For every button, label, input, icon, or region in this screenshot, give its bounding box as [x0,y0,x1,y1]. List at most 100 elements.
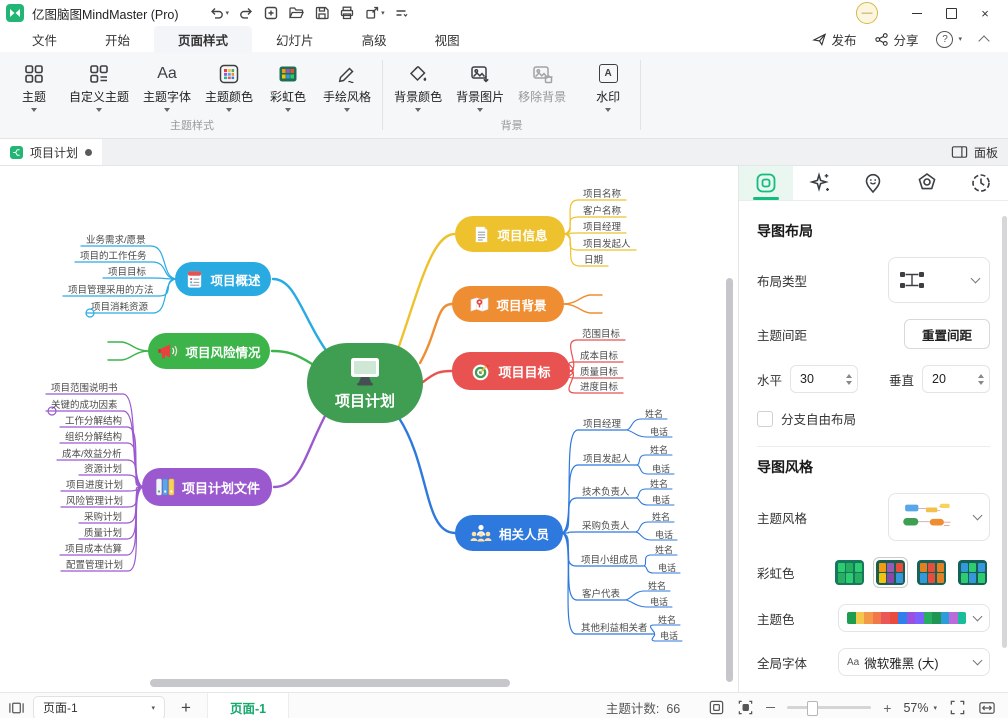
export-caret-icon[interactable]: ▾ [381,9,385,17]
central-topic[interactable]: 项目计划 [307,343,423,423]
subtopic[interactable]: 成本/效益分析 [62,446,122,460]
undo-button[interactable]: ▾ [206,3,233,23]
menu-page-style[interactable]: 页面样式 [154,26,252,53]
tab-clipart[interactable] [900,166,954,200]
horizontal-scrollbar[interactable] [150,679,510,687]
close-button[interactable]: × [968,1,1002,25]
subtopic[interactable]: 电话 [650,425,668,438]
subtopic[interactable]: 项目目标 [108,264,146,278]
subtopic[interactable]: 项目成本估算 [65,541,122,555]
subtopic[interactable]: 姓名 [652,510,670,523]
topic-planfiles[interactable]: 项目计划文件 [142,468,272,506]
fit-map-icon[interactable] [708,699,725,716]
subtopic[interactable]: 采购负责人 [582,518,630,532]
subtopic[interactable]: 日期 [584,252,603,266]
subtopic[interactable]: 配置管理计划 [66,557,123,571]
page-panel-icon[interactable] [8,700,25,716]
menu-home[interactable]: 开始 [81,26,154,53]
fullscreen-icon[interactable] [949,699,966,716]
subtopic[interactable]: 进度目标 [580,379,618,393]
subtopic[interactable]: 项目经理 [583,416,621,430]
topic-info[interactable]: 项目信息 [455,216,565,252]
subtopic[interactable]: 项目的工作任务 [80,248,147,262]
fit-width-icon[interactable] [978,700,996,716]
subtopic[interactable]: 姓名 [650,477,668,490]
zoom-level[interactable]: 57%▾ [903,701,937,715]
subtopic[interactable]: 资源计划 [84,461,122,475]
collapse-ribbon-button[interactable] [974,32,994,47]
subtopic[interactable]: 电话 [660,629,678,642]
background-image-button[interactable]: 背景图片 [449,54,511,112]
subtopic[interactable]: 客户名称 [583,203,621,217]
rainbow-swatch[interactable] [914,557,949,588]
reset-spacing-button[interactable]: 重置间距 [904,319,990,349]
subtopic[interactable]: 姓名 [645,407,663,420]
subtopic[interactable]: 姓名 [658,613,676,626]
watermark-button[interactable]: A 水印 [580,54,636,112]
topic-risk[interactable]: 项目风险情况 [148,333,270,369]
menu-slides[interactable]: 幻灯片 [252,26,338,53]
topic-goals[interactable]: 项目目标 [452,352,570,390]
subtopic[interactable]: 质量目标 [580,364,618,378]
subtopic[interactable]: 组织分解结构 [65,429,122,443]
horizontal-spacing-stepper[interactable]: 30 [790,365,858,393]
subtopic[interactable]: 关键的成功因素 [51,397,118,411]
panel-scrollbar[interactable] [1002,216,1007,648]
subtopic[interactable]: 技术负责人 [582,484,630,498]
zoom-slider-thumb[interactable] [807,701,818,716]
print-button[interactable] [336,3,358,23]
new-document-button[interactable] [260,3,282,23]
subtopic[interactable]: 电话 [650,595,668,608]
tab-stickers[interactable] [847,166,901,200]
subtopic[interactable]: 项目发起人 [583,236,631,250]
subtopic[interactable]: 项目管理采用的方法 [68,282,154,296]
subtopic[interactable]: 电话 [655,528,673,541]
subtopic[interactable]: 姓名 [648,579,666,592]
subtopic[interactable]: 质量计划 [84,525,122,539]
undo-caret-icon[interactable]: ▾ [226,9,230,17]
save-button[interactable] [311,3,333,23]
subtopic[interactable]: 电话 [658,561,676,574]
subtopic[interactable]: 采购计划 [84,509,122,523]
topic-people[interactable]: 相关人员 [455,515,563,551]
minimize-button[interactable] [900,1,934,25]
subtopic[interactable]: 项目进度计划 [66,477,123,491]
free-layout-checkbox[interactable] [757,411,773,427]
zoom-in-button[interactable]: + [883,701,891,715]
subtopic[interactable]: 电话 [652,462,670,475]
subtopic[interactable]: 其他利益相关者 [581,620,648,634]
zoom-out-button[interactable] [766,707,775,708]
page-tab[interactable]: 页面-1 [207,693,289,718]
subtopic[interactable]: 客户代表 [582,586,620,600]
layout-type-dropdown[interactable] [888,257,990,303]
hand-drawn-style-button[interactable]: 手绘风格 [316,54,378,112]
customize-toolbar-button[interactable] [391,3,411,23]
maximize-button[interactable] [934,1,968,25]
subtopic[interactable]: 项目小组成员 [581,552,638,566]
subtopic[interactable]: 工作分解结构 [65,413,122,427]
topic-background[interactable]: 项目背景 [452,286,564,322]
member-icon[interactable]: — [856,2,878,24]
global-font-dropdown[interactable]: Aa 微软雅黑 (大) [838,648,990,676]
stepper-arrows-icon[interactable] [978,374,984,385]
page-select-dropdown[interactable]: 页面-1 ▾ [33,696,165,718]
rainbow-swatch[interactable] [955,557,990,588]
rainbow-color-button[interactable]: 彩虹色 [260,54,316,112]
mindmap-canvas[interactable]: 项目计划项目概述业务需求/愿景项目的工作任务项目目标项目管理采用的方法项目消耗资… [0,166,738,692]
stepper-arrows-icon[interactable] [846,374,852,385]
subtopic[interactable]: 项目名称 [583,186,621,200]
rainbow-swatch[interactable] [832,557,867,588]
rainbow-swatch[interactable] [873,557,908,588]
custom-theme-button[interactable]: 自定义主题 [62,54,136,112]
theme-style-dropdown[interactable] [888,493,990,541]
topic-overview[interactable]: 项目概述 [175,262,271,296]
tab-format[interactable] [739,166,793,200]
menu-view[interactable]: 视图 [411,26,484,53]
theme-color-dropdown[interactable] [838,604,990,632]
theme-color-button[interactable]: 主题颜色 [198,54,260,112]
subtopic[interactable]: 范围目标 [582,326,620,340]
zoom-slider[interactable] [787,706,871,709]
subtopic[interactable]: 电话 [652,493,670,506]
subtopic[interactable]: 姓名 [650,443,668,456]
subtopic[interactable]: 项目发起人 [583,451,631,465]
